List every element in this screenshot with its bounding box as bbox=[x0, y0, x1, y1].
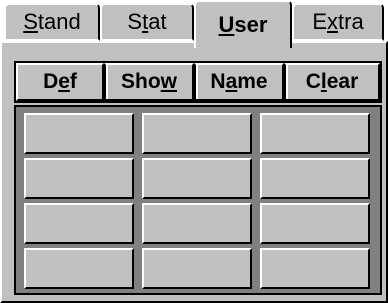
user-key-button[interactable] bbox=[142, 158, 252, 199]
user-key-button[interactable] bbox=[142, 203, 252, 244]
user-key-button[interactable] bbox=[24, 203, 134, 244]
name-button[interactable]: Na me bbox=[194, 63, 284, 101]
header-button-row: Def Sho w Na me Cl ear bbox=[14, 61, 382, 103]
show-button[interactable]: Sho w bbox=[104, 63, 194, 101]
user-key-button[interactable] bbox=[142, 248, 252, 289]
tab-panel: Def Sho w Na me Cl ear bbox=[0, 41, 388, 303]
tab-stand[interactable]: Stand bbox=[4, 3, 100, 41]
user-key-button[interactable] bbox=[260, 158, 370, 199]
def-button[interactable]: Def bbox=[16, 63, 104, 101]
user-key-button[interactable] bbox=[260, 203, 370, 244]
clear-button[interactable]: Cl ear bbox=[284, 63, 380, 101]
user-key-button[interactable] bbox=[260, 113, 370, 154]
tab-stat-label: Stat bbox=[127, 9, 167, 34]
tab-extra-label: Extra bbox=[312, 9, 364, 34]
tab-user[interactable]: User bbox=[194, 0, 292, 48]
tab-extra[interactable]: Extra bbox=[292, 3, 384, 41]
user-key-button[interactable] bbox=[24, 158, 134, 199]
user-key-button[interactable] bbox=[142, 113, 252, 154]
user-key-button[interactable] bbox=[260, 248, 370, 289]
tab-stat[interactable]: Stat bbox=[100, 3, 194, 41]
tab-user-label: User bbox=[218, 12, 268, 37]
user-key-button[interactable] bbox=[24, 248, 134, 289]
tab-stand-label: Stand bbox=[23, 9, 81, 34]
user-key-grid bbox=[14, 105, 382, 295]
user-key-button[interactable] bbox=[24, 113, 134, 154]
